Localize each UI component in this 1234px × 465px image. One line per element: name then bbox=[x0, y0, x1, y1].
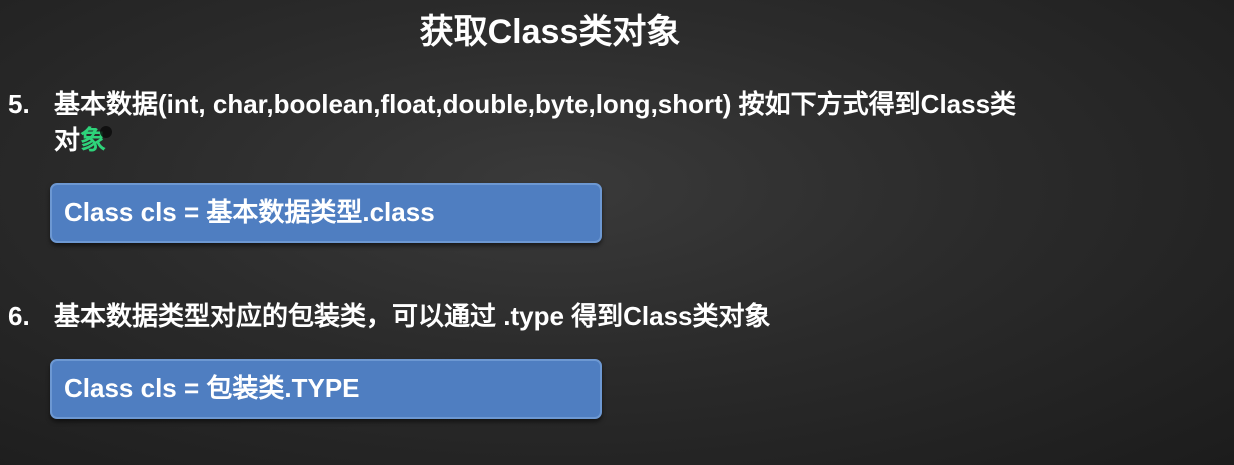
item-5-line2a: 对 bbox=[54, 125, 81, 155]
code-box-6: Class cls = 包装类.TYPE bbox=[50, 359, 602, 419]
item-5-number: 5. bbox=[8, 89, 30, 119]
mouse-cursor-icon bbox=[100, 126, 112, 138]
slide-title: 获取Class类对象 bbox=[419, 13, 681, 51]
item-5-line1: 基本数据(int, char,boolean,float,double,byte… bbox=[54, 89, 1017, 119]
item-6-text: 基本数据类型对应的包装类，可以通过 .type 得到Class类对象 bbox=[54, 301, 771, 331]
item-6-number: 6. bbox=[8, 301, 30, 331]
item-5-text: 基本数据(int, char,boolean,float,double,byte… bbox=[54, 86, 1214, 158]
code-box-5: Class cls = 基本数据类型.class bbox=[50, 183, 602, 243]
